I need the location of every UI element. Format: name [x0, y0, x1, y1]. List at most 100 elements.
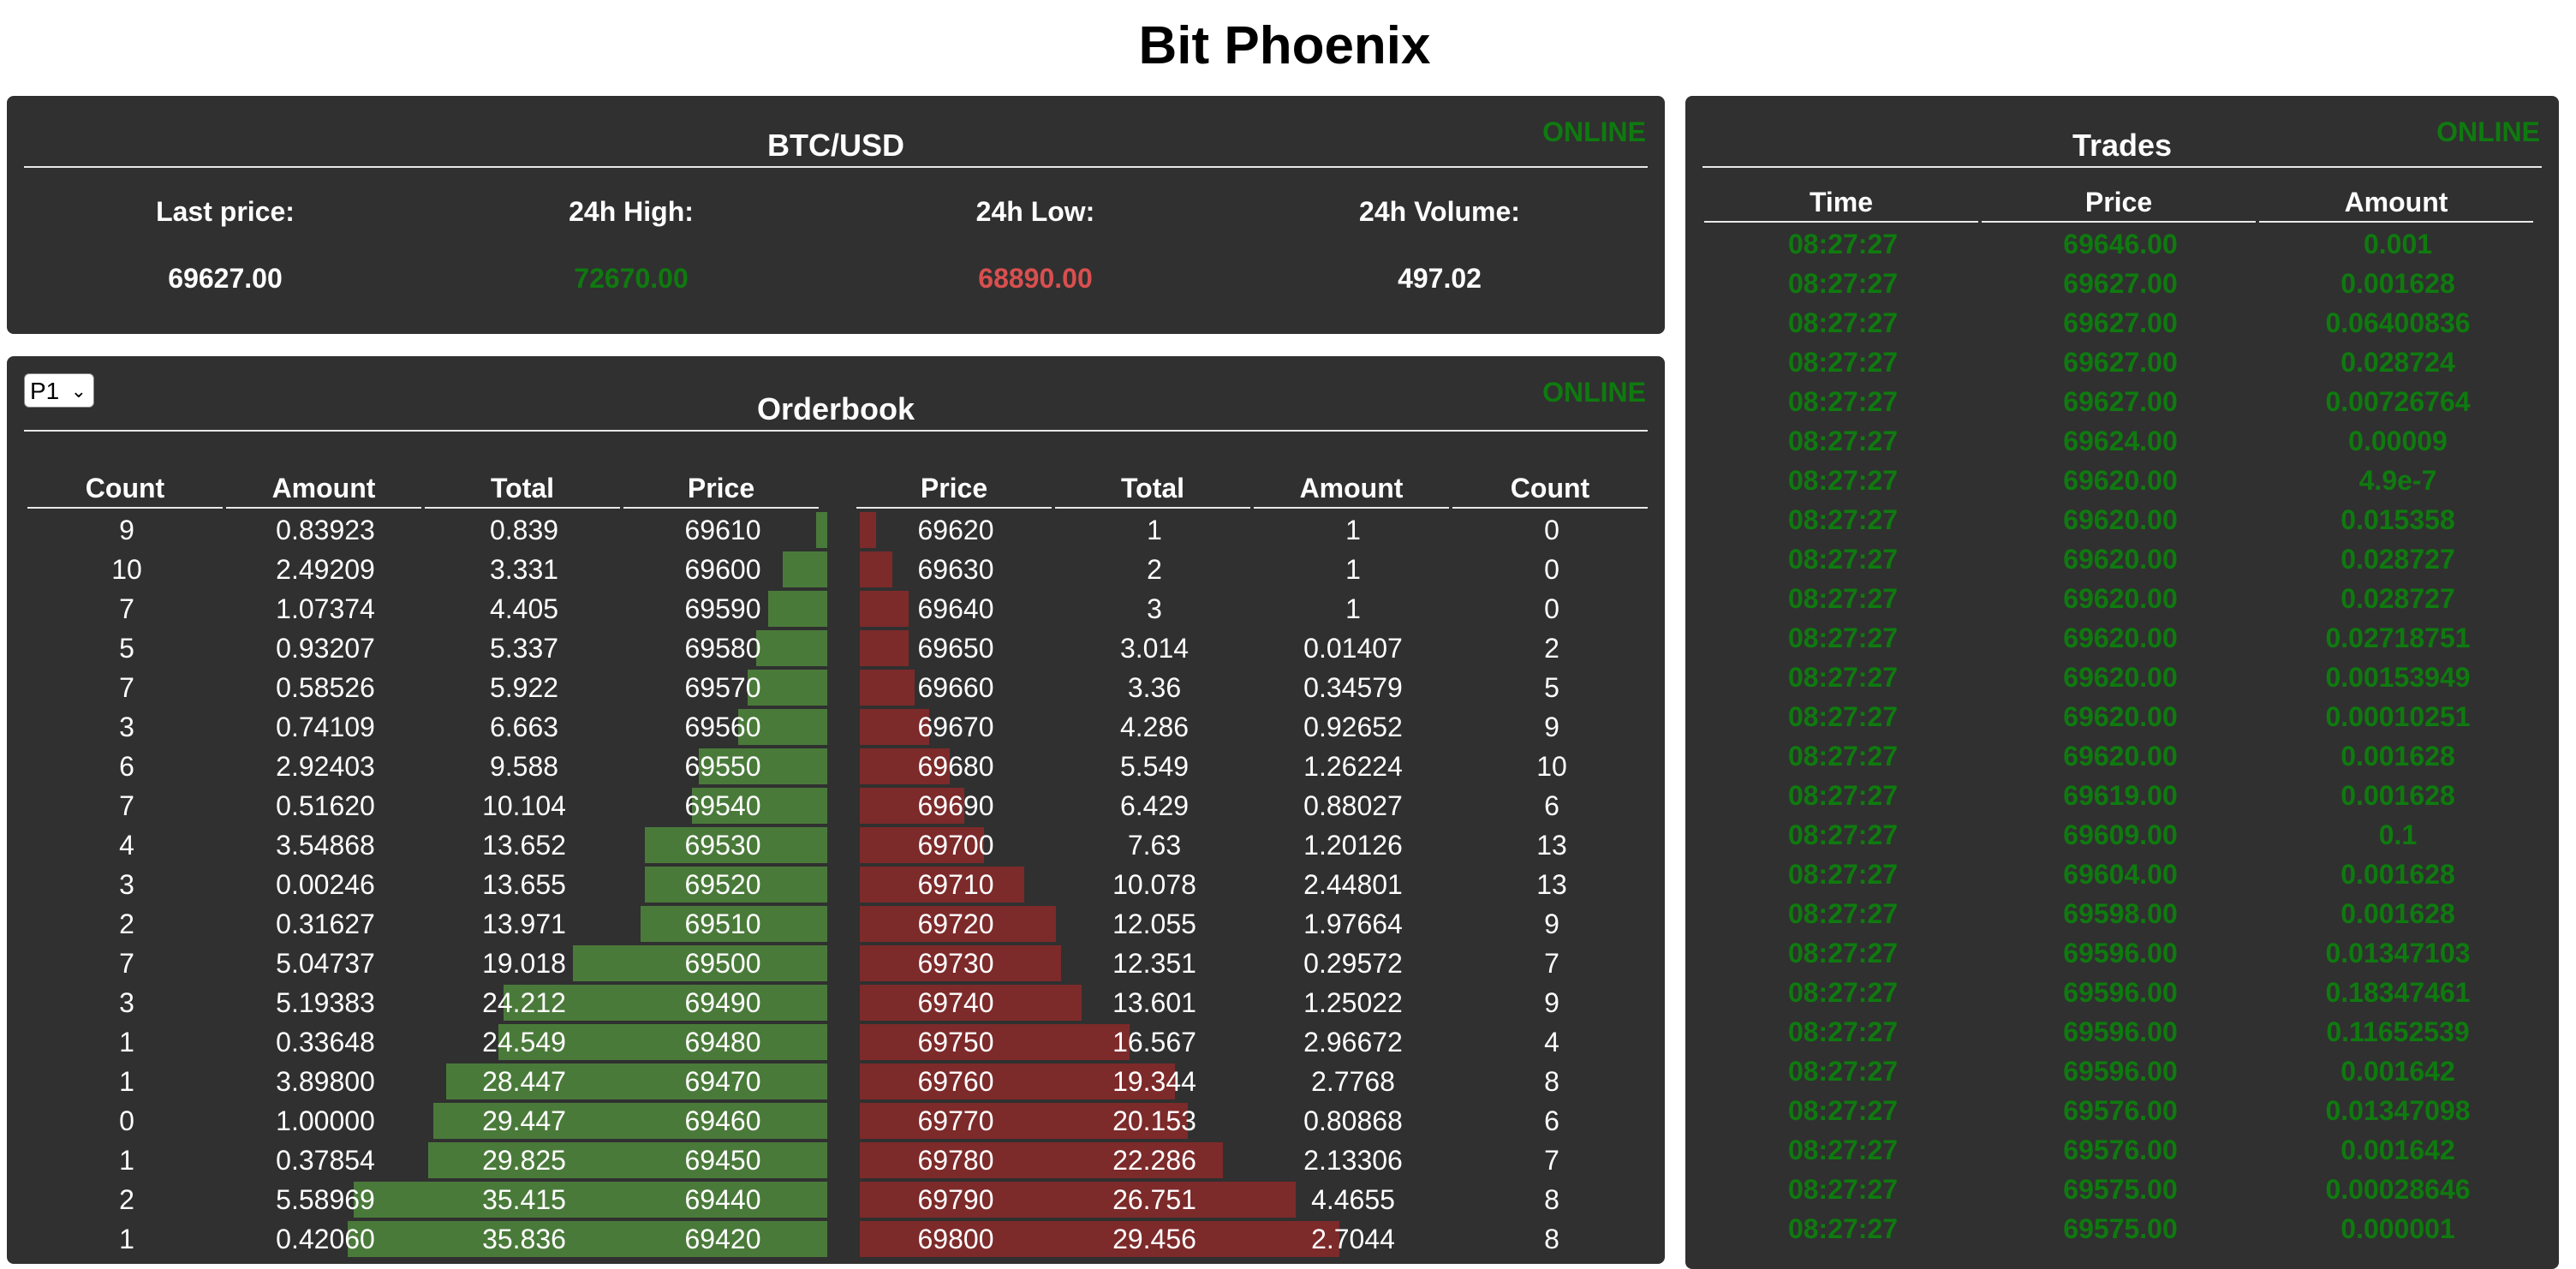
bid-price: 69460	[684, 1105, 761, 1136]
trade-row: 08:27:27 69596.00 0.001642	[1704, 1052, 2537, 1091]
trades-col-amount: Amount	[2259, 182, 2533, 223]
trades-col-time: Time	[1704, 182, 1978, 223]
trade-row: 08:27:27 69620.00 0.028727	[1704, 539, 2537, 579]
trade-price: 69627.00	[2063, 268, 2178, 299]
ask-total: 3.014	[1119, 633, 1190, 664]
ask-count: 13	[1536, 830, 1567, 861]
app-title: Bit Phoenix	[1138, 16, 1431, 75]
trade-time: 08:27:27	[1787, 1174, 1899, 1205]
trade-price: 69620.00	[2063, 623, 2178, 653]
bid-total: 19.018	[482, 948, 566, 979]
bid-amount: 5.19383	[276, 987, 375, 1018]
ask-amount: 0.29572	[1303, 948, 1403, 979]
bid-row: 9 0.83923 0.839 69610	[27, 510, 827, 550]
stat-label: 24h Low:	[975, 196, 1095, 227]
bid-count: 7	[119, 790, 134, 821]
bid-row: 6 2.92403 9.588 69550	[27, 747, 827, 786]
ask-count: 13	[1536, 869, 1567, 900]
asks-col-amount: Amount	[1254, 468, 1449, 509]
trade-time: 08:27:27	[1787, 347, 1899, 378]
ask-row: 69790 26.751 4.4655 8	[856, 1180, 1648, 1219]
bid-row: 2 0.31627 13.971 69510	[27, 904, 827, 944]
trade-time: 08:27:27	[1787, 307, 1899, 338]
trade-row: 08:27:27 69620.00 0.001628	[1704, 736, 2537, 776]
bid-price: 69510	[684, 909, 761, 939]
ask-price: 69690	[917, 790, 994, 821]
bid-count: 7	[119, 672, 134, 703]
ask-total: 1	[1147, 515, 1162, 545]
trade-price: 69620.00	[2063, 465, 2178, 496]
bid-count: 5	[119, 633, 134, 664]
bid-total: 13.652	[482, 830, 566, 861]
orderbook-title: Orderbook	[24, 387, 1648, 432]
ask-total: 10.078	[1112, 869, 1196, 900]
stat-24h-volume: 24h Volume: 497.02	[1238, 190, 1641, 300]
ask-row: 69670 4.286 0.92652 9	[856, 707, 1648, 747]
trade-price: 69604.00	[2063, 859, 2178, 890]
ask-amount: 1	[1345, 554, 1361, 585]
trade-price: 69619.00	[2063, 780, 2178, 811]
ask-price: 69620	[917, 515, 994, 545]
ask-total: 12.351	[1112, 948, 1196, 979]
ask-amount: 4.4655	[1311, 1184, 1395, 1215]
bid-price: 69530	[684, 830, 761, 861]
bid-row: 3 0.00246 13.655 69520	[27, 865, 827, 904]
ask-count: 8	[1544, 1066, 1559, 1097]
stat-value: 68890.00	[978, 263, 1093, 294]
bid-amount: 0.83923	[276, 515, 375, 545]
trade-row: 08:27:27 69576.00 0.01347098	[1704, 1091, 2537, 1130]
trade-time: 08:27:27	[1787, 859, 1899, 890]
ask-price: 69720	[917, 909, 994, 939]
asks-col-count: Count	[1452, 468, 1648, 509]
ask-count: 4	[1544, 1027, 1559, 1058]
ask-row: 69710 10.078 2.44801 13	[856, 865, 1648, 904]
ask-row: 69780 22.286 2.13306 7	[856, 1141, 1648, 1180]
bid-count: 3	[119, 712, 134, 742]
ask-row: 69690 6.429 0.88027 6	[856, 786, 1648, 825]
ask-row: 69650 3.014 0.01407 2	[856, 629, 1648, 668]
trade-price: 69620.00	[2063, 504, 2178, 535]
ask-amount: 0.92652	[1303, 712, 1403, 742]
trades-col-price: Price	[1982, 182, 2256, 223]
bid-amount: 0.00246	[276, 869, 375, 900]
bid-row: 1 0.33648 24.549 69480	[27, 1022, 827, 1062]
trade-price: 69620.00	[2063, 662, 2178, 693]
ask-price: 69650	[917, 633, 994, 664]
trade-row: 08:27:27 69627.00 0.001628	[1704, 264, 2537, 303]
ask-amount: 2.96672	[1303, 1027, 1403, 1058]
bid-total: 5.337	[489, 633, 559, 664]
bid-total: 3.331	[489, 554, 559, 585]
ask-price: 69740	[917, 987, 994, 1018]
bid-price: 69600	[684, 554, 761, 585]
ask-count: 7	[1544, 1145, 1559, 1176]
ask-price: 69780	[917, 1145, 994, 1176]
trade-row: 08:27:27 69596.00 0.18347461	[1704, 973, 2537, 1012]
trade-price: 69620.00	[2063, 544, 2178, 575]
bid-price: 69560	[684, 712, 761, 742]
trade-row: 08:27:27 69576.00 0.001642	[1704, 1130, 2537, 1170]
ask-price: 69760	[917, 1066, 994, 1097]
market-panel: ONLINE BTC/USD Last price: 69627.00 24h …	[7, 96, 1665, 334]
ask-count: 9	[1544, 909, 1559, 939]
bid-price: 69550	[684, 751, 761, 782]
ask-count: 6	[1544, 790, 1559, 821]
trade-price: 69620.00	[2063, 583, 2178, 614]
trade-time: 08:27:27	[1787, 701, 1899, 732]
trade-amount: 0.00009	[2348, 426, 2448, 456]
bid-amount: 2.92403	[276, 751, 375, 782]
trade-amount: 4.9e-7	[2358, 465, 2437, 496]
ask-amount: 0.80868	[1303, 1105, 1403, 1136]
bid-count: 1	[119, 1145, 134, 1176]
ask-count: 8	[1544, 1224, 1559, 1254]
ask-price: 69730	[917, 948, 994, 979]
trade-time: 08:27:27	[1787, 623, 1899, 653]
ask-amount: 1.25022	[1303, 987, 1403, 1018]
ask-amount: 2.13306	[1303, 1145, 1403, 1176]
trade-amount: 0.1	[2378, 819, 2418, 850]
trade-time: 08:27:27	[1787, 1135, 1899, 1165]
trade-amount: 0.00028646	[2325, 1174, 2471, 1205]
ask-count: 2	[1544, 633, 1559, 664]
bid-amount: 5.58969	[276, 1184, 375, 1215]
ask-price: 69660	[917, 672, 994, 703]
ask-total: 12.055	[1112, 909, 1196, 939]
